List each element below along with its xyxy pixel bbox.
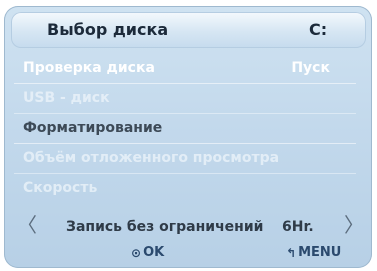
menu-item-label: USB - диск [23, 90, 110, 106]
menu-item-format[interactable]: Форматирование [14, 114, 356, 144]
menu-item-label: Форматирование [23, 120, 163, 136]
recording-limit-value: 6Hr. [282, 219, 314, 235]
menu-item-speed: Скорость [14, 174, 356, 203]
ok-button[interactable]: ⊙ OK [131, 243, 164, 263]
menu-item-timeshift-size: Объём отложенного просмотра [14, 144, 356, 174]
chevron-left-icon[interactable]: 〈 [17, 212, 37, 238]
menu-item-value: Пуск [291, 60, 330, 76]
menu-item-disk-check[interactable]: Проверка диска Пуск [14, 54, 356, 84]
menu-header: Выбор диска C: [11, 12, 366, 48]
return-icon: ↰ [286, 246, 297, 260]
menu-title: Выбор диска [47, 20, 169, 39]
chevron-right-icon[interactable]: 〉 [344, 212, 364, 238]
ok-icon: ⊙ [131, 246, 142, 260]
menu-list: Проверка диска Пуск USB - диск Форматиро… [14, 54, 356, 203]
menu-button-label: MENU [298, 245, 342, 260]
recording-limit-selector[interactable]: 〈 Запись без ограничений 6Hr. 〉 [14, 212, 364, 240]
selected-drive[interactable]: C: [309, 12, 327, 48]
ok-button-label: OK [143, 245, 165, 260]
recording-limit-label: Запись без ограничений [66, 219, 264, 235]
menu-button[interactable]: ↰ MENU [286, 243, 341, 263]
menu-item-label: Скорость [23, 180, 98, 196]
menu-item-usb-disk: USB - диск [14, 84, 356, 114]
menu-item-label: Объём отложенного просмотра [23, 150, 280, 166]
menu-item-label: Проверка диска [23, 60, 155, 76]
